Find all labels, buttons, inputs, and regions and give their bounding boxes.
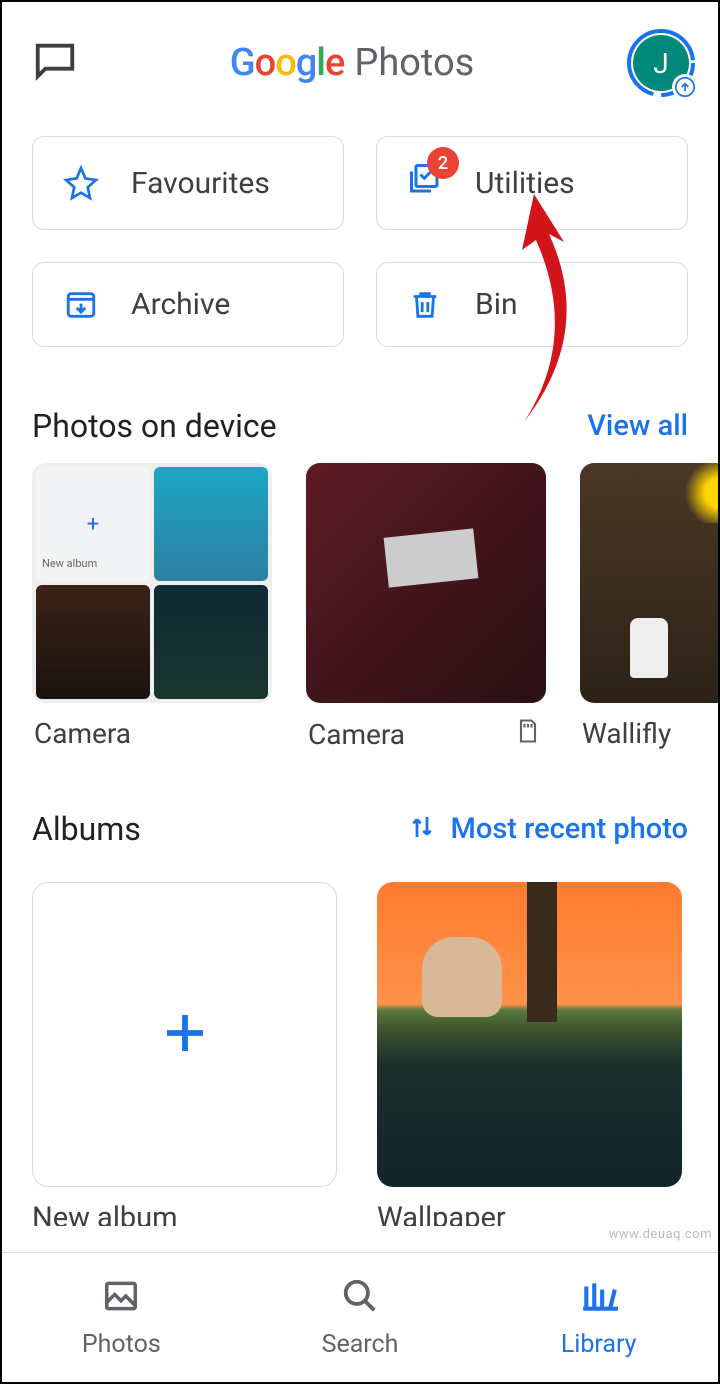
- nav-photos-label: Photos: [82, 1330, 161, 1359]
- archive-icon: [61, 288, 101, 322]
- utilities-label: Utilities: [475, 166, 575, 201]
- photos-on-device-row[interactable]: +New album Camera Camera Wallifly: [2, 463, 718, 752]
- album-wallpaper[interactable]: Wallpaper: [377, 882, 682, 1226]
- chat-icon[interactable]: [32, 38, 78, 88]
- device-folder-label: Camera: [34, 717, 131, 750]
- sd-card-icon: [514, 717, 542, 752]
- google-logo: Google: [230, 41, 345, 85]
- nav-library[interactable]: Library: [479, 1253, 718, 1382]
- sort-icon: [407, 812, 437, 846]
- nav-search-label: Search: [322, 1330, 399, 1359]
- upload-badge-icon: [672, 74, 698, 100]
- device-folder-label: Camera: [308, 718, 405, 751]
- nav-search[interactable]: Search: [241, 1253, 480, 1382]
- star-icon: [61, 165, 101, 201]
- albums-sort-button[interactable]: Most recent photo: [407, 812, 688, 846]
- photos-icon: [102, 1277, 140, 1322]
- device-folder-wallifly[interactable]: Wallifly: [580, 463, 718, 752]
- app-name-photos: Photos: [354, 41, 474, 85]
- bottom-nav: Photos Search Library: [2, 1252, 718, 1382]
- bin-tile[interactable]: Bin: [376, 262, 688, 347]
- device-folder-camera-1[interactable]: +New album Camera: [32, 463, 272, 752]
- photos-on-device-header: Photos on device View all: [2, 357, 718, 463]
- photos-on-device-title: Photos on device: [32, 407, 277, 445]
- view-all-link[interactable]: View all: [587, 409, 688, 443]
- device-folder-label: Wallifly: [582, 717, 671, 750]
- new-album-tile[interactable]: New album: [32, 882, 337, 1226]
- plus-icon: [158, 1006, 212, 1064]
- search-icon: [341, 1277, 379, 1322]
- albums-header: Albums Most recent photo: [2, 752, 718, 866]
- archive-tile[interactable]: Archive: [32, 262, 344, 347]
- album-label: Wallpaper: [377, 1187, 682, 1226]
- archive-label: Archive: [131, 287, 230, 322]
- account-avatar[interactable]: J: [626, 28, 696, 98]
- library-tiles: Favourites 2 Utilities Archive Bin: [2, 116, 718, 357]
- app-header: Google Photos J: [2, 2, 718, 116]
- albums-sort-label: Most recent photo: [451, 812, 688, 846]
- new-album-label: New album: [32, 1187, 337, 1226]
- library-icon: [578, 1277, 620, 1322]
- utilities-tile[interactable]: 2 Utilities: [376, 136, 688, 230]
- nav-photos[interactable]: Photos: [2, 1253, 241, 1382]
- favourites-tile[interactable]: Favourites: [32, 136, 344, 230]
- device-folder-camera-2[interactable]: Camera: [306, 463, 546, 752]
- nav-library-label: Library: [561, 1330, 637, 1359]
- albums-title: Albums: [32, 810, 141, 848]
- utilities-badge: 2: [427, 147, 459, 179]
- watermark: www.deuaq.com: [609, 1227, 712, 1242]
- bin-label: Bin: [475, 287, 518, 322]
- favourites-label: Favourites: [131, 166, 270, 201]
- albums-row[interactable]: New album Wallpaper: [2, 866, 718, 1226]
- app-title: Google Photos: [230, 41, 475, 85]
- bin-icon: [405, 288, 445, 322]
